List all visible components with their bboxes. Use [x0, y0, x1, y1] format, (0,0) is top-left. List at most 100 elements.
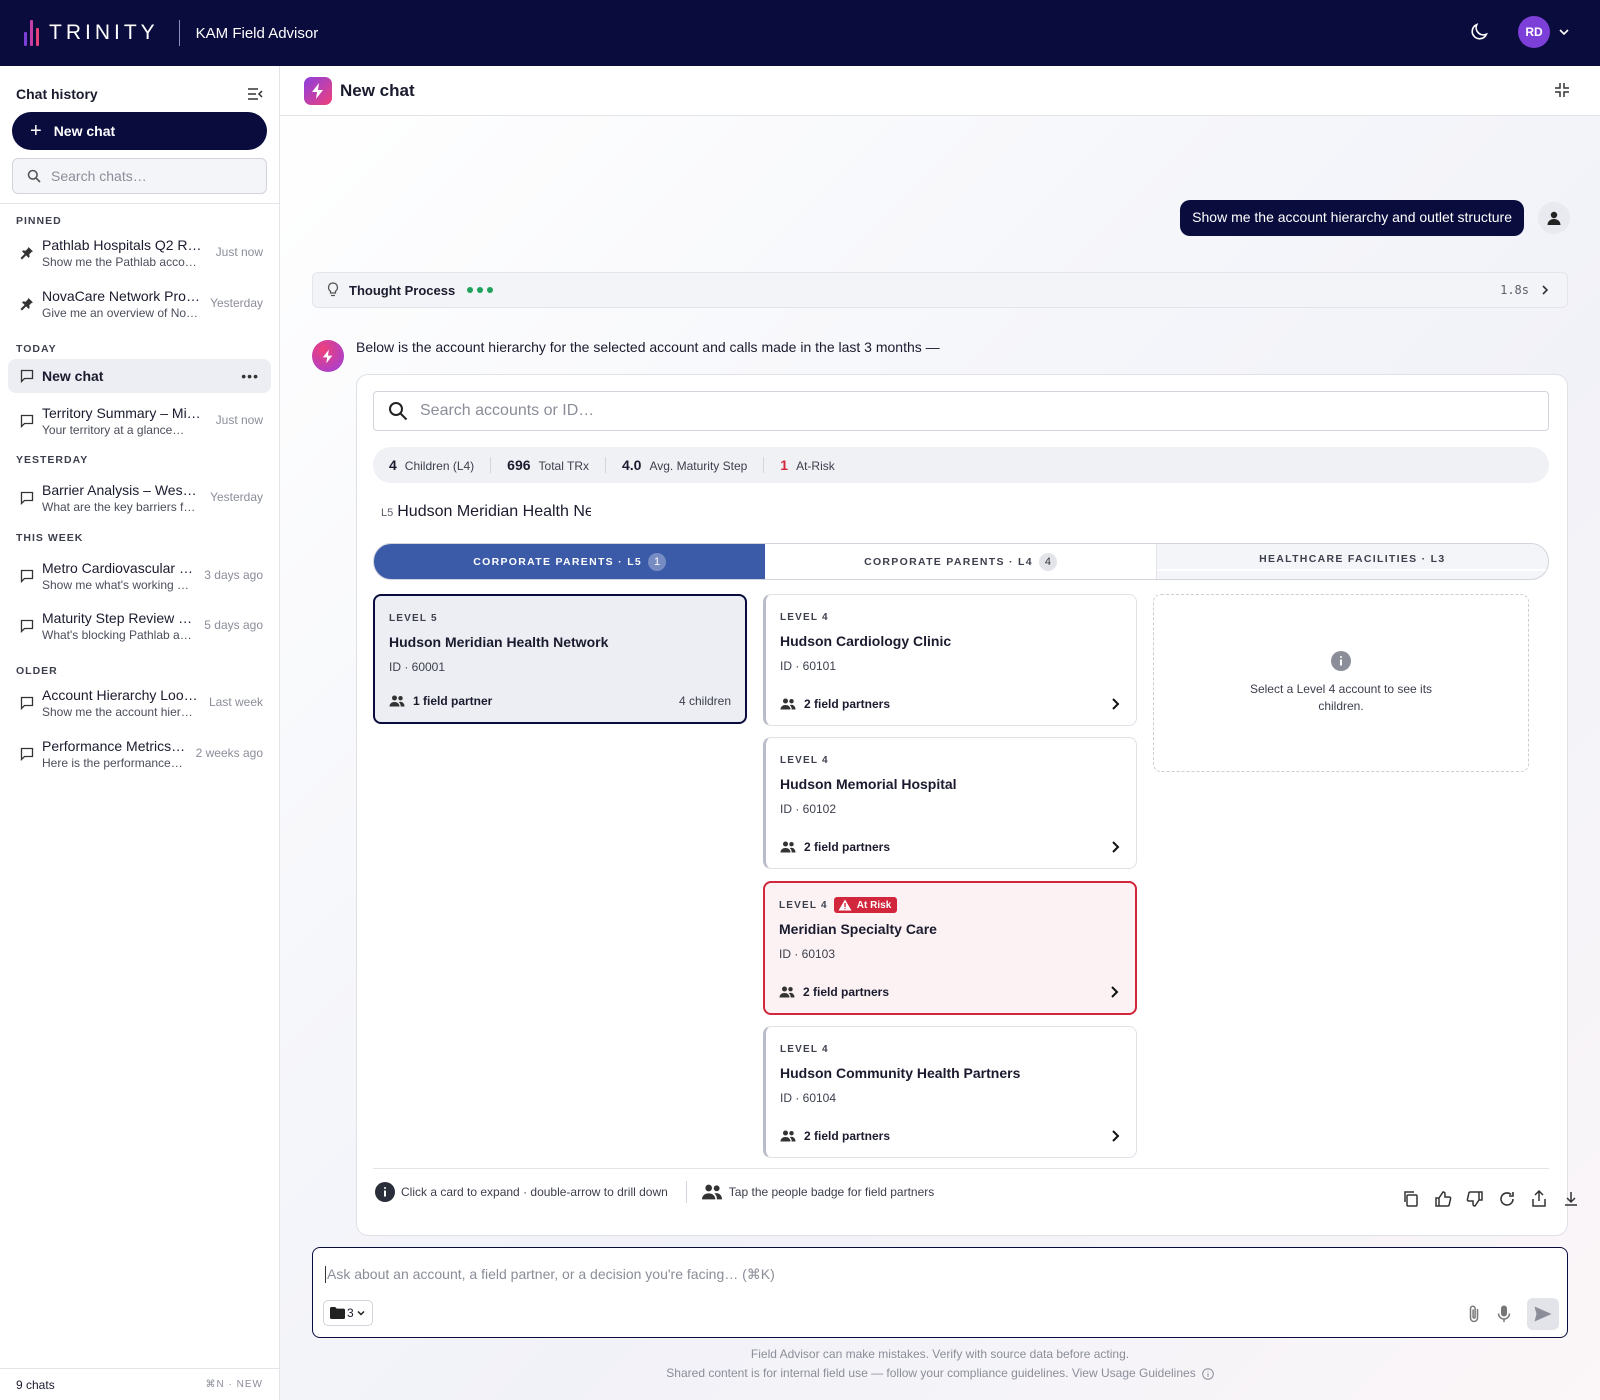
- chat-composer[interactable]: Ask about an account, a field partner, o…: [312, 1247, 1568, 1338]
- chat-bubble-icon: [20, 491, 34, 505]
- chevron-down-icon[interactable]: [1558, 26, 1570, 38]
- breadcrumb-level: L5: [381, 507, 394, 519]
- assistant-message: Below is the account hierarchy for the s…: [356, 339, 940, 355]
- tab-corporate-parents-l4[interactable]: CORPORATE PARENTS · L4 4: [765, 544, 1157, 579]
- thumbs-up-icon[interactable]: [1434, 1190, 1452, 1208]
- account-level: LEVEL 4: [780, 1043, 829, 1055]
- chat-title: NovaCare Network Pro…: [42, 288, 200, 304]
- share-icon[interactable]: [1530, 1190, 1548, 1208]
- chat-bubble-icon: [20, 414, 34, 428]
- account-name: Hudson Memorial Hospital: [780, 776, 957, 792]
- account-id: ID · 60103: [779, 947, 836, 961]
- chat-title: Maturity Step Review …: [42, 610, 193, 626]
- logo-text: TRINITY: [49, 21, 159, 44]
- warning-icon: [838, 899, 852, 911]
- sidebar-title: Chat history: [16, 85, 98, 102]
- more-options-icon[interactable]: •••: [241, 368, 259, 384]
- hint-bar: Click a card to expand · double-arrow to…: [375, 1181, 934, 1203]
- assistant-avatar-icon: [312, 340, 344, 372]
- chat-bubble-icon: [20, 569, 34, 583]
- user-avatar-icon: [1538, 202, 1570, 234]
- chevron-right-icon[interactable]: [1108, 840, 1122, 854]
- send-button[interactable]: [1527, 1298, 1559, 1330]
- account-search-input[interactable]: Search accounts or ID…: [373, 391, 1549, 431]
- account-card-l4[interactable]: LEVEL 4 Hudson Memorial Hospital ID · 60…: [763, 737, 1137, 869]
- pin-icon[interactable]: [20, 246, 34, 260]
- chat-time: 2 weeks ago: [195, 746, 263, 760]
- app-title: KAM Field Advisor: [195, 24, 319, 42]
- logo-bars-icon: [24, 20, 39, 46]
- regenerate-icon[interactable]: [1498, 1190, 1516, 1208]
- page-title: New chat: [340, 80, 415, 100]
- message-actions: [1402, 1190, 1580, 1208]
- trinity-logo[interactable]: TRINITY: [24, 20, 159, 46]
- section-yesterday: YESTERDAY: [16, 454, 89, 466]
- chat-item[interactable]: Maturity Step Review … What's blocking Pa…: [0, 602, 279, 653]
- thought-process-bar[interactable]: Thought Process 1.8s: [312, 272, 1568, 308]
- chat-title: Performance Metrics…: [42, 738, 186, 754]
- send-icon: [1534, 1306, 1552, 1322]
- copy-icon[interactable]: [1402, 1190, 1420, 1208]
- tab-corporate-parents-l5[interactable]: CORPORATE PARENTS · L5 1: [374, 544, 766, 579]
- account-card-l4[interactable]: LEVEL 4 Hudson Cardiology Clinic ID · 60…: [763, 594, 1137, 726]
- account-name: Hudson Meridian Health Network: [389, 634, 609, 650]
- chevron-right-icon[interactable]: [1108, 1129, 1122, 1143]
- context-folder-button[interactable]: 3: [323, 1300, 373, 1326]
- chat-item[interactable]: Metro Cardiovascular … Show me what's wor…: [0, 546, 279, 602]
- chat-item[interactable]: NovaCare Network Pro… Give me an overview…: [0, 280, 279, 331]
- chat-item[interactable]: Pathlab Hospitals Q2 R… Show me the Pathl…: [0, 229, 279, 280]
- chat-item[interactable]: Performance Metrics… Here is the performa…: [0, 730, 279, 781]
- disclaimer: Field Advisor can make mistakes. Verify …: [280, 1345, 1600, 1383]
- chat-bubble-icon: [20, 619, 34, 633]
- account-card-l4-at-risk[interactable]: LEVEL 4 At Risk Meridian Specialty Care …: [763, 881, 1137, 1015]
- stat-total-trx: 696 Total TRx: [507, 457, 606, 473]
- chat-item-active[interactable]: New chat •••: [8, 359, 271, 393]
- pin-icon[interactable]: [20, 297, 34, 311]
- tab-healthcare-facilities-l3[interactable]: HEALTHCARE FACILITIES · L3: [1156, 544, 1548, 579]
- message-input[interactable]: Ask about an account, a field partner, o…: [325, 1266, 775, 1283]
- dark-mode-icon[interactable]: [1468, 21, 1490, 43]
- people-icon[interactable]: [779, 986, 795, 998]
- search-chats-input[interactable]: Search chats…: [12, 158, 267, 194]
- section-older: OLDER: [16, 665, 58, 677]
- top-divider: [178, 20, 180, 46]
- chat-bubble-icon: [20, 696, 34, 710]
- new-chat-label: New chat: [53, 123, 116, 139]
- chat-item[interactable]: Account Hierarchy Loo… Show me the accoun…: [0, 679, 279, 730]
- usage-guidelines-link[interactable]: Shared content is for internal field use…: [666, 1364, 1195, 1383]
- main-header: New chat: [280, 66, 1600, 116]
- main-panel: New chat Show me the account hierarchy a…: [280, 66, 1600, 1400]
- chat-time: Yesterday: [210, 296, 263, 310]
- lightbulb-icon: [327, 282, 339, 297]
- people-icon[interactable]: [780, 841, 796, 853]
- people-icon[interactable]: [780, 1130, 796, 1142]
- collapse-icon[interactable]: [1554, 82, 1570, 98]
- people-icon[interactable]: [780, 698, 796, 710]
- collapse-sidebar-icon[interactable]: [247, 87, 263, 101]
- download-icon[interactable]: [1562, 1190, 1580, 1208]
- account-id: ID · 60001: [389, 660, 446, 674]
- l3-placeholder: Select a Level 4 account to see its chil…: [1153, 594, 1529, 772]
- chevron-right-icon[interactable]: [1108, 697, 1122, 711]
- info-icon[interactable]: [1201, 1367, 1214, 1380]
- microphone-icon[interactable]: [1497, 1305, 1511, 1323]
- chat-subtitle: Show me what's working …: [42, 578, 190, 592]
- folder-icon: [330, 1307, 345, 1319]
- hint-field-partners: Tap the people badge for field partners: [728, 1185, 935, 1199]
- account-card-l5[interactable]: LEVEL 5 Hudson Meridian Health Network I…: [373, 594, 747, 724]
- account-card-l4[interactable]: LEVEL 4 Hudson Community Health Partners…: [763, 1026, 1137, 1158]
- user-avatar[interactable]: RD: [1518, 16, 1550, 48]
- section-this-week: THIS WEEK: [16, 532, 84, 544]
- chevron-right-icon[interactable]: [1539, 284, 1551, 296]
- people-icon[interactable]: [389, 695, 405, 707]
- attachment-icon[interactable]: [1467, 1304, 1481, 1324]
- new-chat-button[interactable]: + New chat: [12, 112, 267, 150]
- chat-item[interactable]: Territory Summary – Mi… Your territory at…: [0, 397, 279, 448]
- chat-bubble-icon: [20, 747, 34, 761]
- thumbs-down-icon[interactable]: [1466, 1190, 1484, 1208]
- chat-item[interactable]: Barrier Analysis – Wes… What are the key …: [0, 468, 279, 530]
- account-id: ID · 60102: [780, 802, 837, 816]
- chat-title: Barrier Analysis – Wes…: [42, 482, 197, 498]
- chevron-right-icon[interactable]: [1107, 985, 1121, 999]
- chat-subtitle: What's blocking Pathlab a…: [42, 628, 192, 642]
